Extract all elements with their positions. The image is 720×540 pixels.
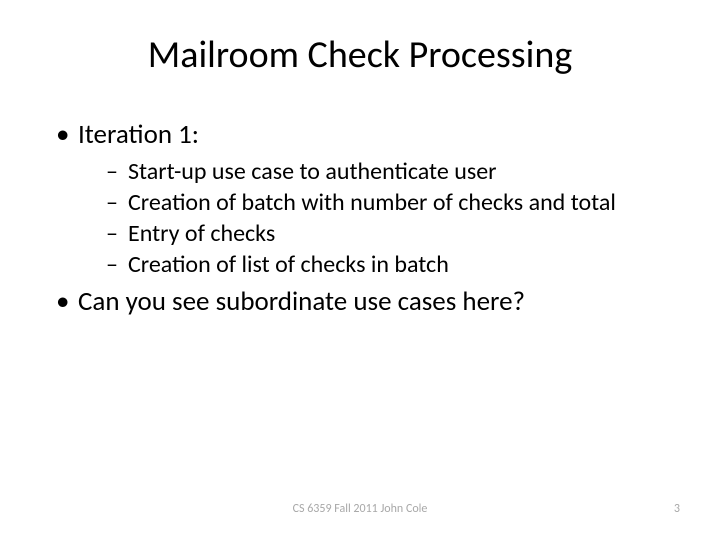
sub-bullet-item: Creation of list of checks in batch (78, 250, 670, 279)
page-number: 3 (674, 502, 680, 516)
sub-bullet-list: Start-up use case to authenticate user C… (78, 157, 670, 279)
bullet-text: Iteration 1: (78, 118, 199, 151)
slide-footer: CS 6359 Fall 2011 John Cole 3 (0, 502, 720, 522)
footer-course-info: CS 6359 Fall 2011 John Cole (293, 502, 428, 516)
sub-bullet-item: Entry of checks (78, 219, 670, 248)
bullet-item: Iteration 1: Start-up use case to authen… (50, 118, 670, 279)
slide: Mailroom Check Processing Iteration 1: S… (0, 0, 720, 540)
bullet-list: Iteration 1: Start-up use case to authen… (50, 118, 670, 318)
sub-bullet-item: Creation of batch with number of checks … (78, 188, 670, 217)
bullet-text: Can you see subordinate use cases here? (78, 285, 525, 318)
bullet-item: Can you see subordinate use cases here? (50, 285, 670, 318)
sub-bullet-item: Start-up use case to authenticate user (78, 157, 670, 186)
slide-title: Mailroom Check Processing (50, 32, 670, 78)
